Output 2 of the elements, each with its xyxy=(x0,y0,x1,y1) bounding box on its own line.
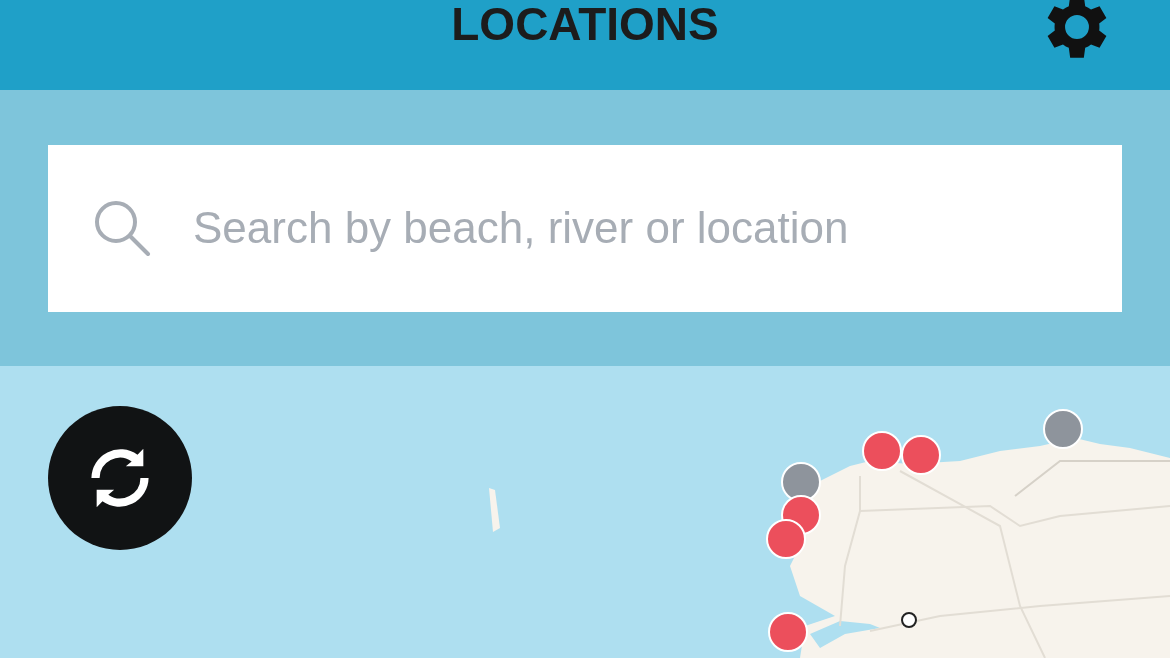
search-field[interactable]: Search by beach, river or location xyxy=(48,144,1122,312)
page-title: LOCATIONS xyxy=(451,0,719,51)
